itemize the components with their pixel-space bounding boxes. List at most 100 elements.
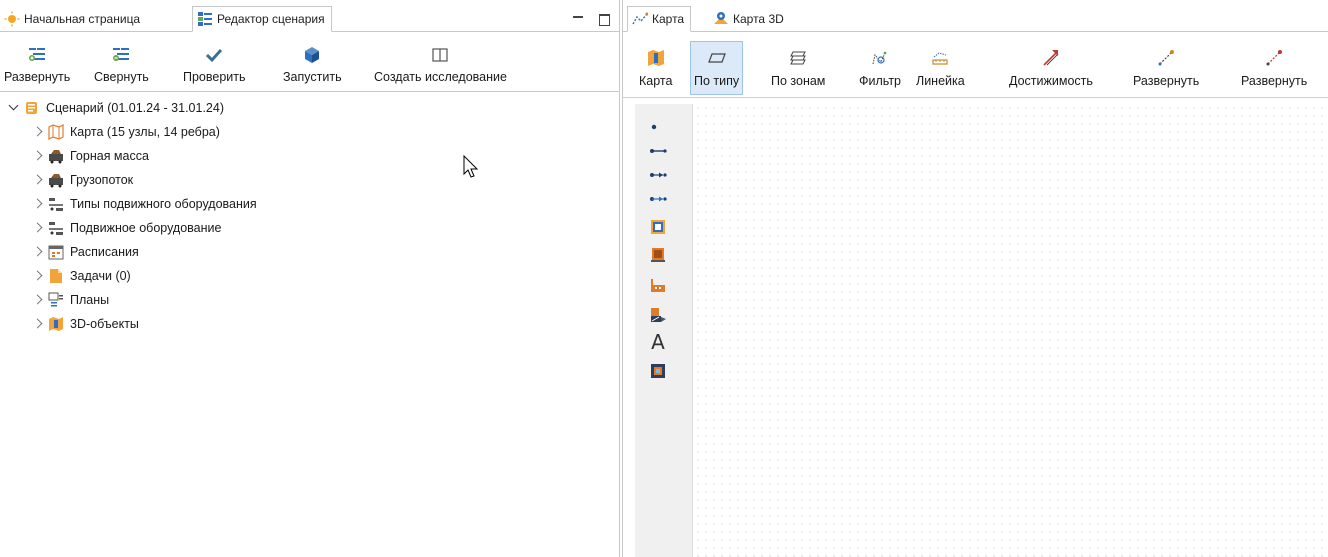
map-3d-icon bbox=[713, 11, 729, 27]
equipment-types-icon bbox=[48, 196, 64, 212]
tree-label: Типы подвижного оборудования bbox=[70, 197, 257, 211]
scenario-tree-icon bbox=[197, 11, 213, 27]
expand-tree-icon bbox=[28, 46, 46, 64]
tree-item-map[interactable]: Карта (15 узлы, 14 ребра) bbox=[32, 120, 220, 144]
chevron-right-icon[interactable] bbox=[32, 294, 44, 306]
by-type-icon bbox=[707, 49, 726, 67]
map-icon bbox=[647, 49, 665, 67]
mobile-equipment-icon bbox=[48, 220, 64, 236]
tree-label: Расписания bbox=[70, 245, 139, 259]
map-button[interactable]: Карта bbox=[635, 41, 676, 95]
filter-label: Фильтр bbox=[859, 74, 901, 88]
minimize-icon[interactable] bbox=[571, 12, 585, 26]
collapse-label: Свернуть bbox=[94, 70, 149, 84]
collapse-button[interactable]: Свернуть bbox=[94, 36, 149, 90]
mouse-cursor-icon bbox=[462, 154, 482, 179]
tree-item-cargo-flow[interactable]: Грузопоток bbox=[32, 168, 133, 192]
chevron-right-icon[interactable] bbox=[32, 270, 44, 282]
text-label-icon[interactable]: A bbox=[647, 330, 669, 354]
tree-label: Сценарий (01.01.24 - 31.01.24) bbox=[46, 101, 224, 115]
book-icon bbox=[431, 46, 449, 64]
tree-item-schedules[interactable]: Расписания bbox=[32, 240, 139, 264]
run-button[interactable]: Запустить bbox=[283, 36, 342, 90]
validate-button[interactable]: Проверить bbox=[183, 36, 246, 90]
chevron-right-icon[interactable] bbox=[32, 174, 44, 186]
map-icon bbox=[48, 124, 64, 140]
expand-route-icon bbox=[1157, 49, 1175, 67]
tree-item-mobile-equipment[interactable]: Подвижное оборудование bbox=[32, 216, 221, 240]
3d-objects-icon bbox=[48, 316, 64, 332]
tree-item-rock-mass[interactable]: Горная масса bbox=[32, 144, 149, 168]
expand-label: Развернуть bbox=[4, 70, 71, 84]
factory-icon[interactable] bbox=[649, 276, 667, 294]
tree-label: Задачи (0) bbox=[70, 269, 131, 283]
tree-label: Карта (15 узлы, 14 ребра) bbox=[70, 125, 220, 139]
left-tab-bar: Начальная страница Редактор сценария bbox=[0, 6, 619, 32]
collapse-tree-icon bbox=[112, 46, 130, 64]
tab-map-3d[interactable]: Карта 3D bbox=[709, 6, 790, 32]
element-palette: A bbox=[635, 104, 693, 557]
loading-point-icon[interactable] bbox=[649, 218, 667, 236]
tree-item-equipment-types[interactable]: Типы подвижного оборудования bbox=[32, 192, 257, 216]
reachability-label: Достижимость bbox=[1009, 74, 1093, 88]
by-zones-button[interactable]: По зонам bbox=[767, 41, 829, 95]
chevron-right-icon[interactable] bbox=[32, 198, 44, 210]
tab-label: Карта 3D bbox=[733, 12, 784, 26]
edge-icon[interactable] bbox=[649, 142, 667, 160]
expand-route-button[interactable]: Развернуть bbox=[1129, 41, 1203, 95]
ruler-label: Линейка bbox=[916, 74, 965, 88]
by-zones-icon bbox=[789, 49, 807, 67]
expand-route-label: Развернуть bbox=[1133, 74, 1200, 88]
create-study-button[interactable]: Создать исследование bbox=[374, 36, 507, 90]
tree-item-3d-objects[interactable]: 3D-объекты bbox=[32, 312, 139, 336]
bidirectional-edge-icon[interactable] bbox=[649, 190, 667, 208]
tree-item-plans[interactable]: Планы bbox=[32, 288, 109, 312]
chevron-right-icon[interactable] bbox=[32, 150, 44, 162]
tree-item-tasks[interactable]: Задачи (0) bbox=[32, 264, 131, 288]
tab-start-page[interactable]: Начальная страница bbox=[0, 6, 146, 32]
tasks-icon bbox=[48, 268, 64, 284]
tree-label: Грузопоток bbox=[70, 173, 134, 187]
expand-route-red-icon bbox=[1265, 49, 1283, 67]
tree-root-scenario[interactable]: Сценарий (01.01.24 - 31.01.24) bbox=[8, 96, 224, 120]
tree-label: 3D-объекты bbox=[70, 317, 139, 331]
chevron-down-icon[interactable] bbox=[8, 102, 20, 114]
node-dot-icon[interactable] bbox=[649, 118, 667, 136]
schedule-icon bbox=[48, 244, 64, 260]
checkmark-icon bbox=[205, 46, 223, 64]
unloading-point-icon[interactable] bbox=[649, 246, 667, 264]
expand-route-red-button[interactable]: Развернуть bbox=[1237, 41, 1311, 95]
chevron-right-icon[interactable] bbox=[32, 318, 44, 330]
maximize-icon[interactable] bbox=[597, 12, 611, 26]
by-type-button[interactable]: По типу bbox=[690, 41, 744, 95]
3d-object-icon[interactable] bbox=[649, 362, 667, 380]
tab-label: Карта bbox=[652, 12, 685, 26]
sun-icon bbox=[4, 11, 20, 27]
validate-label: Проверить bbox=[183, 70, 246, 84]
tree-label: Планы bbox=[70, 293, 110, 307]
plans-icon bbox=[48, 292, 64, 308]
ruler-icon bbox=[931, 49, 949, 67]
reachability-button[interactable]: Достижимость bbox=[1005, 41, 1097, 95]
tab-label: Редактор сценария bbox=[217, 12, 325, 26]
chevron-right-icon[interactable] bbox=[32, 126, 44, 138]
scenario-toolbar: Развернуть Свернуть Проверить Запустить … bbox=[0, 36, 619, 92]
ruler-button[interactable]: Линейка bbox=[912, 41, 969, 95]
scenario-scroll-icon bbox=[24, 100, 40, 116]
tab-label: Начальная страница bbox=[24, 12, 141, 26]
map-route-icon bbox=[632, 11, 649, 27]
map-canvas[interactable] bbox=[694, 104, 1328, 557]
map-label: Карта bbox=[639, 74, 673, 88]
tab-map[interactable]: Карта bbox=[627, 6, 692, 32]
chevron-right-icon[interactable] bbox=[32, 222, 44, 234]
filter-button[interactable]: Фильтр bbox=[855, 41, 905, 95]
storage-icon[interactable] bbox=[649, 306, 667, 324]
cube-run-icon bbox=[303, 46, 321, 64]
expand-button[interactable]: Развернуть bbox=[4, 36, 70, 90]
chevron-right-icon[interactable] bbox=[32, 246, 44, 258]
by-zones-label: По зонам bbox=[771, 74, 826, 88]
filter-icon bbox=[871, 49, 889, 67]
directed-edge-icon[interactable] bbox=[649, 166, 667, 184]
tab-scenario-editor[interactable]: Редактор сценария bbox=[192, 6, 332, 32]
tree-label: Подвижное оборудование bbox=[70, 221, 222, 235]
